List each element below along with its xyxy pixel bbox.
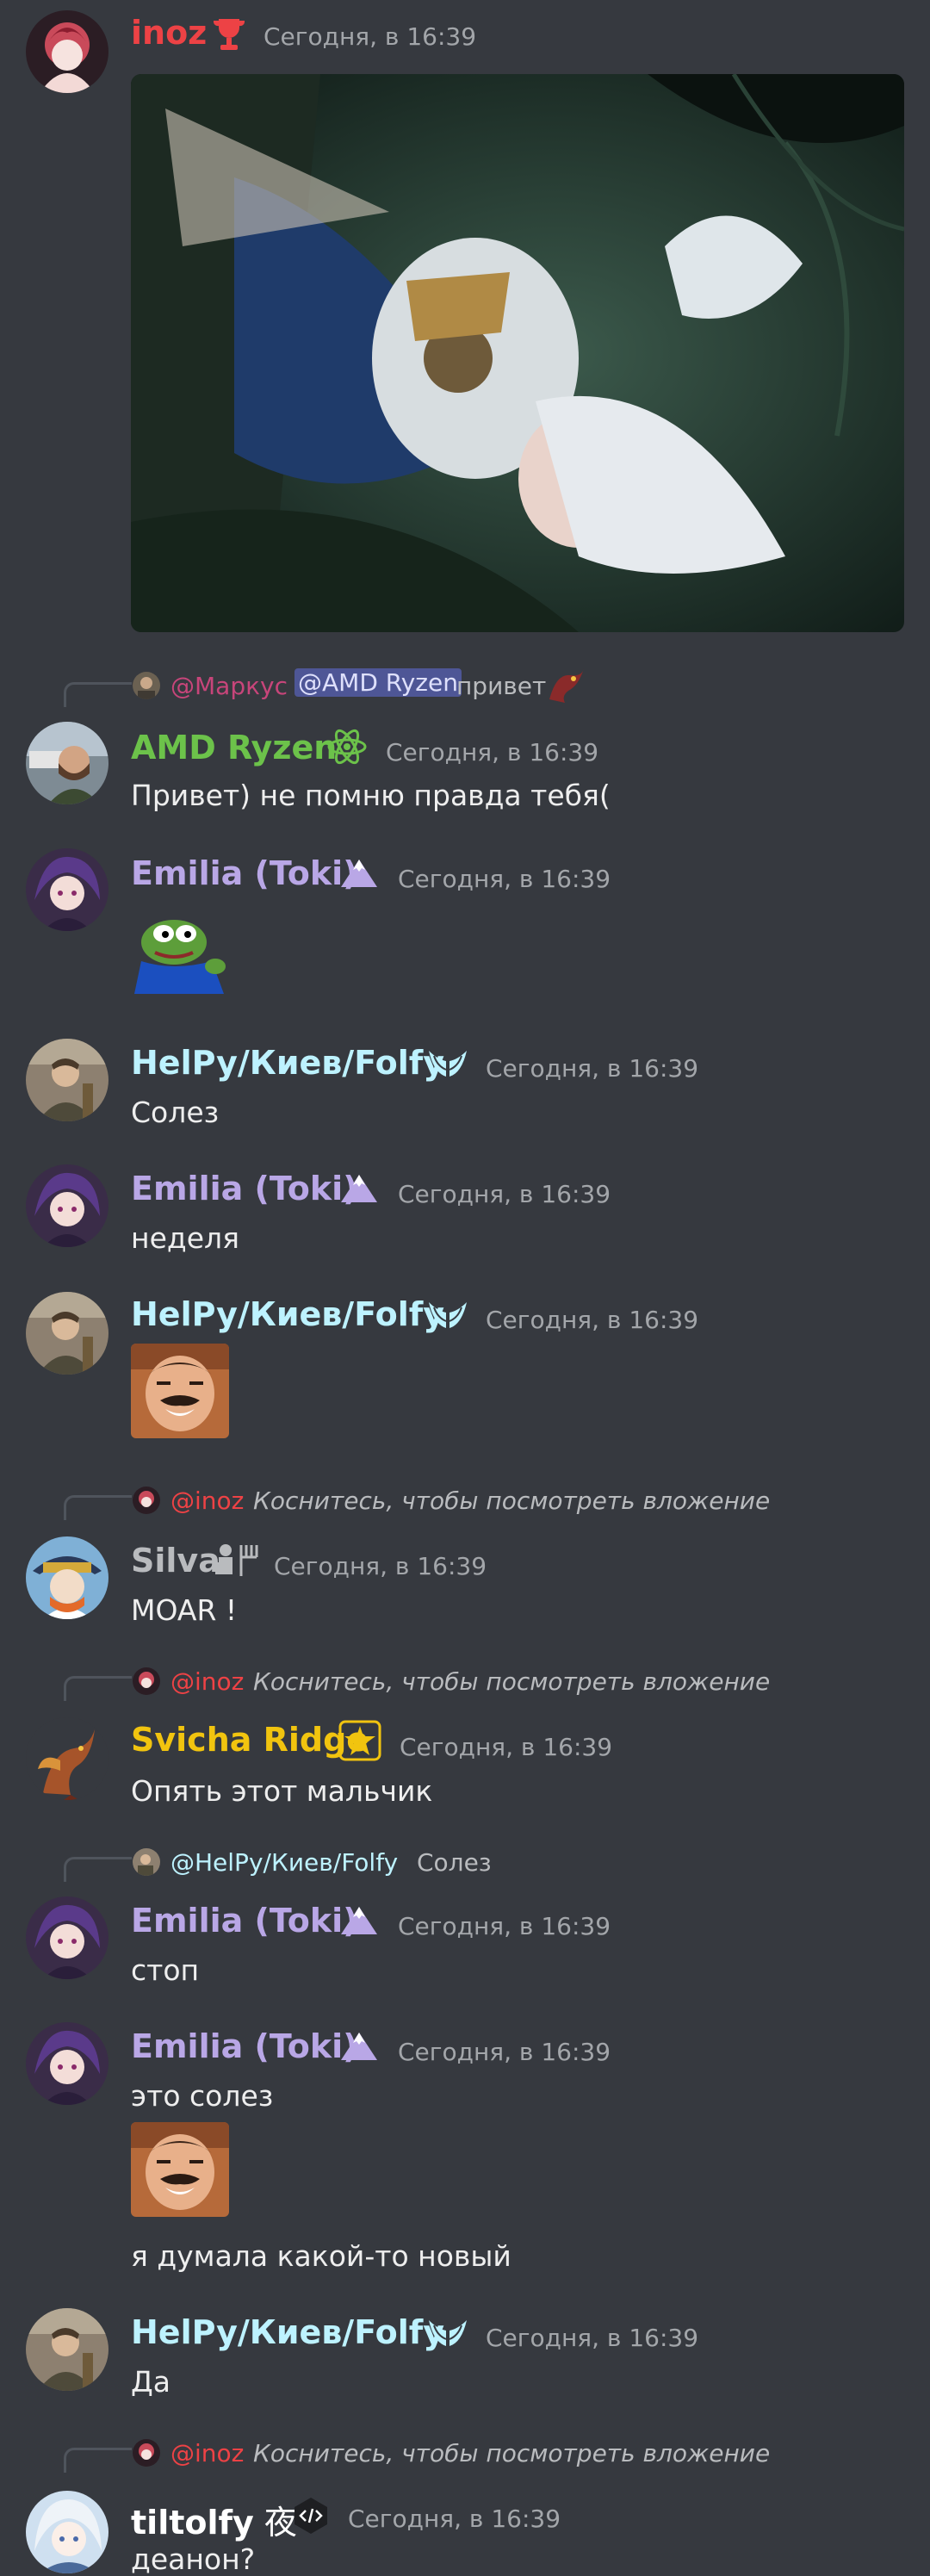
timestamp: Сегодня, в 16:39 [264,22,477,51]
avatar-tiltolfy[interactable] [26,2491,108,2573]
author-name[interactable]: Emilia (Toki) [131,854,358,892]
mountain-icon [339,2031,379,2065]
reply-mention[interactable]: @Маркус [170,672,288,700]
reply-text[interactable]: привет [456,672,546,700]
reply-connector [64,1495,132,1520]
timestamp: Сегодня, в 16:39 [348,2505,561,2533]
avatar-amd-ryzen[interactable] [26,722,108,804]
author-name[interactable]: Svicha Ridge [131,1721,369,1759]
timestamp: Сегодня, в 16:39 [486,1306,699,1334]
avatar-emilia[interactable] [26,1896,108,1979]
reply-connector [64,1857,132,1882]
message-text: стоп [131,1953,200,1987]
mountain-icon [339,1905,379,1940]
reply-text[interactable]: Коснитесь, чтобы посмотреть вложение [253,2439,770,2467]
message-text: это солез [131,2079,274,2113]
reply-mention[interactable]: @inoz [170,1487,244,1515]
reply-connector [64,682,132,707]
reply-connector [64,2448,132,2473]
reply-avatar [133,672,160,699]
reply-mention[interactable]: @HelPy/Киев/Folfy [170,1848,398,1877]
reply-text[interactable]: Коснитесь, чтобы посмотреть вложение [253,1667,770,1696]
avatar-helpy[interactable] [26,1039,108,1121]
pepe-emoji-icon[interactable] [129,913,229,997]
author-name[interactable]: HelPy/Киев/Folfy [131,2313,444,2351]
code-hex-icon [291,2496,331,2539]
timestamp: Сегодня, в 16:39 [386,738,599,767]
wings-icon [427,1047,468,1083]
timestamp: Сегодня, в 16:39 [486,1054,699,1083]
message-text: MOAR ! [131,1593,238,1627]
wings-icon [427,2317,468,2353]
message-text: Привет) не помню правда тебя( [131,779,611,812]
timestamp: Сегодня, в 16:39 [398,1180,611,1208]
avatar-helpy[interactable] [26,2308,108,2391]
author-name[interactable]: AMD Ryzen [131,729,337,767]
laughing-man-emoji-icon[interactable] [131,2122,229,2217]
timestamp: Сегодня, в 16:39 [486,2324,699,2352]
avatar-silva[interactable] [26,1536,108,1619]
avatar-emilia[interactable] [26,848,108,931]
author-name[interactable]: HelPy/Киев/Folfy [131,1295,444,1333]
author-name[interactable]: HelPy/Киев/Folfy [131,1044,444,1082]
reply-avatar [133,1848,160,1876]
timestamp: Сегодня, в 16:39 [398,1912,611,1940]
reply-mention[interactable]: @inoz [170,2439,244,2467]
reply-connector [64,1676,132,1701]
reply-avatar [133,1667,160,1695]
trophy-icon [210,16,248,57]
farmer-icon [212,1542,260,1583]
author-name-main: tiltolfy [131,2504,254,2542]
message-text: неделя [131,1221,239,1255]
image-attachment[interactable] [131,74,904,632]
author-name[interactable]: tiltolfy 夜 [131,2496,297,2543]
avatar-svicha-ridge[interactable] [26,1717,108,1800]
author-name[interactable]: Emilia (Toki) [131,1170,358,1207]
reply-mention[interactable]: @inoz [170,1667,244,1696]
avatar-emilia[interactable] [26,1164,108,1247]
author-name[interactable]: Emilia (Toki) [131,2027,358,2065]
avatar-inoz[interactable] [26,10,108,93]
message-text: Да [131,2365,171,2399]
author-name[interactable]: Silva [131,1542,220,1580]
dragon-emoji-icon [544,665,589,708]
avatar-helpy[interactable] [26,1292,108,1375]
timestamp: Сегодня, в 16:39 [398,865,611,893]
message-text: я думала какой-то новый [131,2239,512,2273]
timestamp: Сегодня, в 16:39 [400,1733,613,1761]
timestamp: Сегодня, в 16:39 [398,2038,611,2066]
atom-icon [326,725,369,772]
reply-avatar [133,2439,160,2467]
reply-text[interactable]: Солез [417,1848,492,1877]
message-text: Опять этот мальчик [131,1774,433,1808]
reply-text[interactable]: Коснитесь, чтобы посмотреть вложение [253,1487,770,1515]
reply-avatar [133,1487,160,1514]
laughing-man-emoji-icon[interactable] [131,1344,229,1438]
wings-icon [427,1299,468,1335]
message-text: Солез [131,1096,220,1129]
mountain-icon [339,1173,379,1207]
message-text: деанон? [131,2542,256,2576]
author-name[interactable]: Emilia (Toki) [131,1902,358,1940]
timestamp: Сегодня, в 16:39 [274,1552,487,1580]
author-name[interactable]: inoz [131,14,207,52]
star-shield-icon [338,1719,382,1766]
avatar-emilia[interactable] [26,2022,108,2105]
mention-amd-ryzen[interactable]: @AMD Ryzen [294,668,462,697]
mountain-icon [339,858,379,892]
